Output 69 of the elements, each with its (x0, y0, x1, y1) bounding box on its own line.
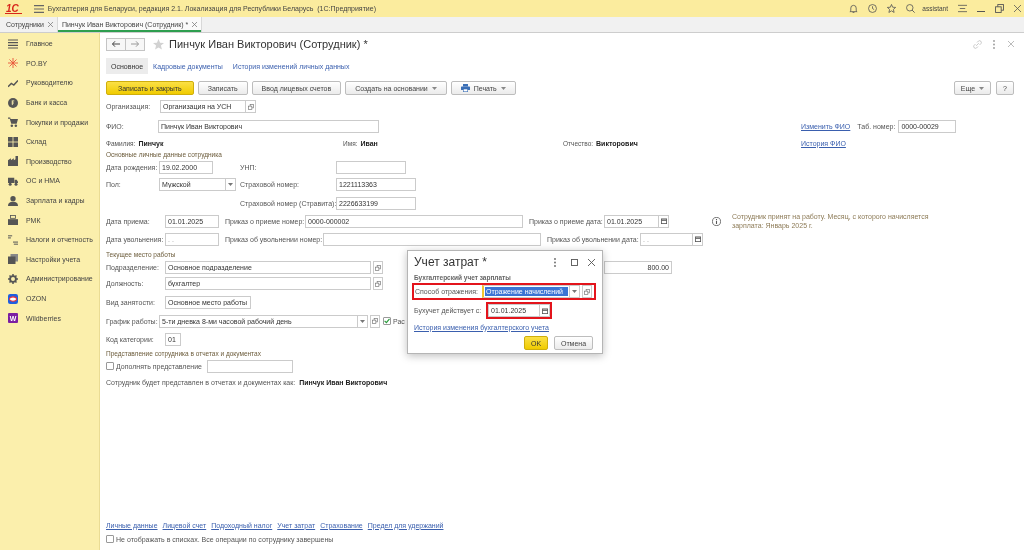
right-arrow-icon (131, 41, 139, 47)
link-icon[interactable] (973, 39, 982, 49)
dropdown-button[interactable] (358, 314, 368, 328)
open-button[interactable] (246, 100, 256, 113)
bell-icon[interactable] (849, 4, 859, 13)
calendar-button[interactable] (659, 214, 669, 228)
back-button[interactable] (106, 37, 126, 51)
dialog-title: Учет затрат * (414, 255, 487, 269)
open-button[interactable] (373, 277, 383, 290)
caret-icon (360, 319, 365, 323)
printer-icon (460, 84, 470, 92)
unp-field[interactable] (336, 160, 406, 174)
factory-icon (8, 156, 18, 167)
history-icon[interactable] (868, 4, 878, 13)
calendar-icon (694, 236, 701, 242)
order-number-field[interactable] (323, 232, 541, 246)
caret-icon (979, 86, 985, 90)
trend-icon (8, 78, 18, 88)
open-button[interactable] (370, 314, 380, 328)
checkbox[interactable] (106, 535, 114, 543)
squares-icon (375, 264, 381, 271)
open-button[interactable] (582, 285, 592, 298)
lines-menu-icon[interactable] (958, 4, 967, 13)
representation-field[interactable] (207, 359, 293, 373)
open-button[interactable] (373, 261, 383, 274)
menu-icon (8, 38, 18, 49)
star-icon[interactable] (153, 38, 164, 50)
dropdown-button[interactable] (226, 177, 236, 191)
sparkle-icon (8, 58, 18, 69)
caret-icon (228, 182, 233, 186)
small-marks-icon (8, 234, 18, 245)
squares-icon (584, 288, 590, 295)
documents-icon (8, 254, 18, 265)
grid-icon (8, 136, 18, 147)
calendar-icon (541, 307, 548, 314)
star-icon[interactable] (887, 4, 897, 13)
left-arrow-icon (112, 41, 120, 47)
search-icon[interactable] (906, 4, 916, 13)
squares-icon (372, 318, 378, 324)
close-icon[interactable] (192, 22, 198, 27)
maximize-icon[interactable] (571, 258, 578, 266)
coin-icon (8, 97, 18, 108)
cash-register-icon (8, 215, 18, 226)
forward-button[interactable] (125, 37, 145, 51)
caret-icon (431, 86, 437, 90)
form-title: Пинчук Иван Викторович (Сотрудник) * (169, 38, 368, 50)
restore-icon[interactable] (995, 4, 1004, 13)
dropdown-button[interactable] (570, 285, 580, 298)
calendar-icon (660, 218, 667, 224)
close-icon[interactable] (47, 22, 53, 27)
person-icon (8, 195, 18, 206)
caret-icon (572, 290, 577, 293)
calendar-button[interactable] (540, 304, 550, 317)
cart-icon (8, 117, 18, 128)
checkbox[interactable] (106, 362, 114, 370)
menu-icon[interactable] (33, 4, 44, 13)
truck-icon (8, 175, 18, 186)
app-logo[interactable]: 1С (5, 3, 22, 14)
settings-icon (8, 273, 18, 284)
squares-icon (247, 103, 254, 110)
checkbox[interactable] (383, 317, 391, 325)
oval-logo-icon (8, 293, 18, 304)
squares-icon (375, 280, 381, 287)
info-icon (712, 216, 721, 226)
checkmark-icon (384, 318, 390, 324)
calendar-button[interactable] (693, 232, 703, 246)
close-icon[interactable] (1014, 5, 1021, 12)
caret-icon (500, 86, 506, 90)
close-icon[interactable] (588, 258, 595, 266)
